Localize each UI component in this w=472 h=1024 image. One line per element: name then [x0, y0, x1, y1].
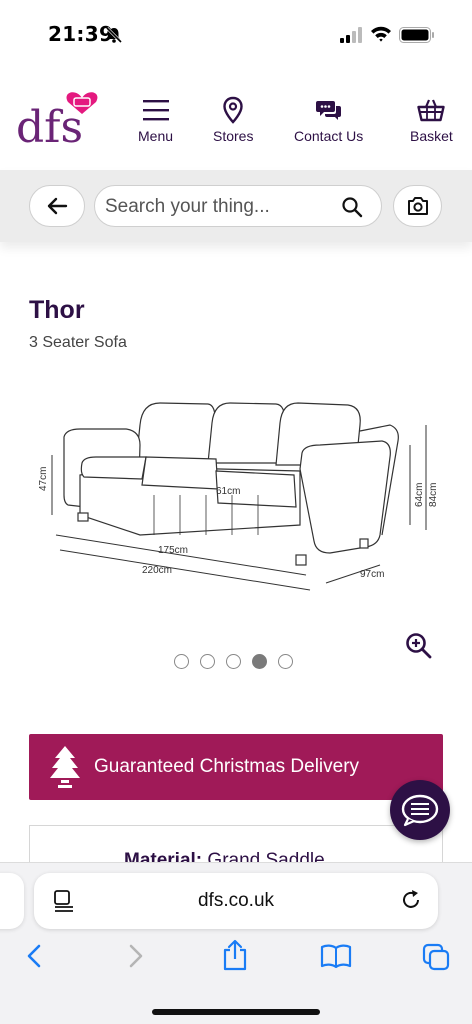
search-box[interactable]	[94, 185, 382, 227]
bookmarks-icon[interactable]	[320, 943, 352, 969]
site-header: dfs Menu Stores Contact Us Basket	[0, 70, 472, 170]
chat-icon	[401, 794, 439, 827]
back-arrow-icon[interactable]	[24, 943, 44, 969]
search-input[interactable]	[105, 194, 337, 220]
nav-stores-label: Stores	[213, 128, 254, 144]
forward-arrow-icon[interactable]	[126, 943, 146, 969]
arrow-left-icon	[47, 197, 68, 215]
zoom-in-icon	[406, 633, 432, 659]
share-icon[interactable]	[222, 939, 248, 971]
logo-text: dfs	[16, 102, 83, 148]
dim-seat-width: 175cm	[158, 545, 188, 556]
sofa-dimensions-image[interactable]: 47cm 61cm 175cm 220cm 64cm 84cm 97cm	[30, 385, 442, 595]
dim-overall-width: 220cm	[142, 565, 172, 576]
christmas-tree-icon	[50, 746, 80, 788]
search-icon[interactable]	[341, 196, 363, 218]
dim-seat-depth: 61cm	[216, 486, 240, 497]
dfs-logo[interactable]: dfs	[16, 88, 106, 153]
location-pin-icon	[223, 96, 243, 124]
visual-search-button[interactable]	[393, 185, 442, 227]
browser-bottom-bar: dfs.co.uk	[0, 862, 472, 1024]
signal-icon	[340, 27, 362, 43]
nav-basket[interactable]: Basket	[410, 96, 453, 144]
reload-icon[interactable]	[400, 889, 422, 911]
wifi-icon	[371, 26, 391, 42]
carousel-dot[interactable]	[226, 654, 241, 669]
chat-bubbles-icon	[315, 101, 341, 120]
basket-icon	[417, 99, 446, 122]
address-bar[interactable]: dfs.co.uk	[34, 873, 438, 929]
zoom-button[interactable]	[404, 631, 434, 661]
product-subtitle: 3 Seater Sofa	[29, 334, 127, 351]
dim-seat-height: 47cm	[38, 467, 49, 491]
nav-contact-us[interactable]: Contact Us	[294, 96, 363, 144]
previous-tab[interactable]	[0, 873, 24, 929]
product-title: Thor	[29, 296, 85, 324]
banner-text: Guaranteed Christmas Delivery	[94, 756, 360, 777]
carousel-dot[interactable]	[278, 654, 293, 669]
back-button[interactable]	[29, 185, 85, 227]
carousel-dots	[174, 654, 293, 669]
home-indicator	[152, 1009, 320, 1015]
dim-arm-height: 64cm	[414, 483, 425, 507]
bell-muted-icon	[105, 26, 123, 44]
dim-overall-height: 84cm	[428, 483, 439, 507]
nav-basket-label: Basket	[410, 128, 453, 144]
status-bar: 21:39	[0, 0, 472, 64]
menu-icon	[142, 100, 169, 121]
nav-menu[interactable]: Menu	[138, 96, 173, 144]
carousel-dot[interactable]	[200, 654, 215, 669]
carousel-dot-active[interactable]	[252, 654, 267, 669]
battery-icon	[399, 27, 434, 43]
nav-contact-label: Contact Us	[294, 128, 364, 144]
url-text: dfs.co.uk	[197, 890, 275, 911]
sofa-heart-icon: dfs	[16, 92, 98, 153]
nav-stores[interactable]: Stores	[213, 96, 253, 144]
dim-overall-depth: 97cm	[360, 569, 384, 580]
chat-button[interactable]	[390, 780, 450, 840]
tabs-icon[interactable]	[422, 943, 450, 971]
nav-menu-label: Menu	[138, 128, 174, 144]
camera-icon	[407, 197, 428, 215]
christmas-delivery-banner[interactable]: Guaranteed Christmas Delivery	[29, 734, 443, 800]
search-band	[0, 170, 472, 242]
browser-toolbar	[0, 939, 472, 979]
carousel-dot[interactable]	[174, 654, 189, 669]
